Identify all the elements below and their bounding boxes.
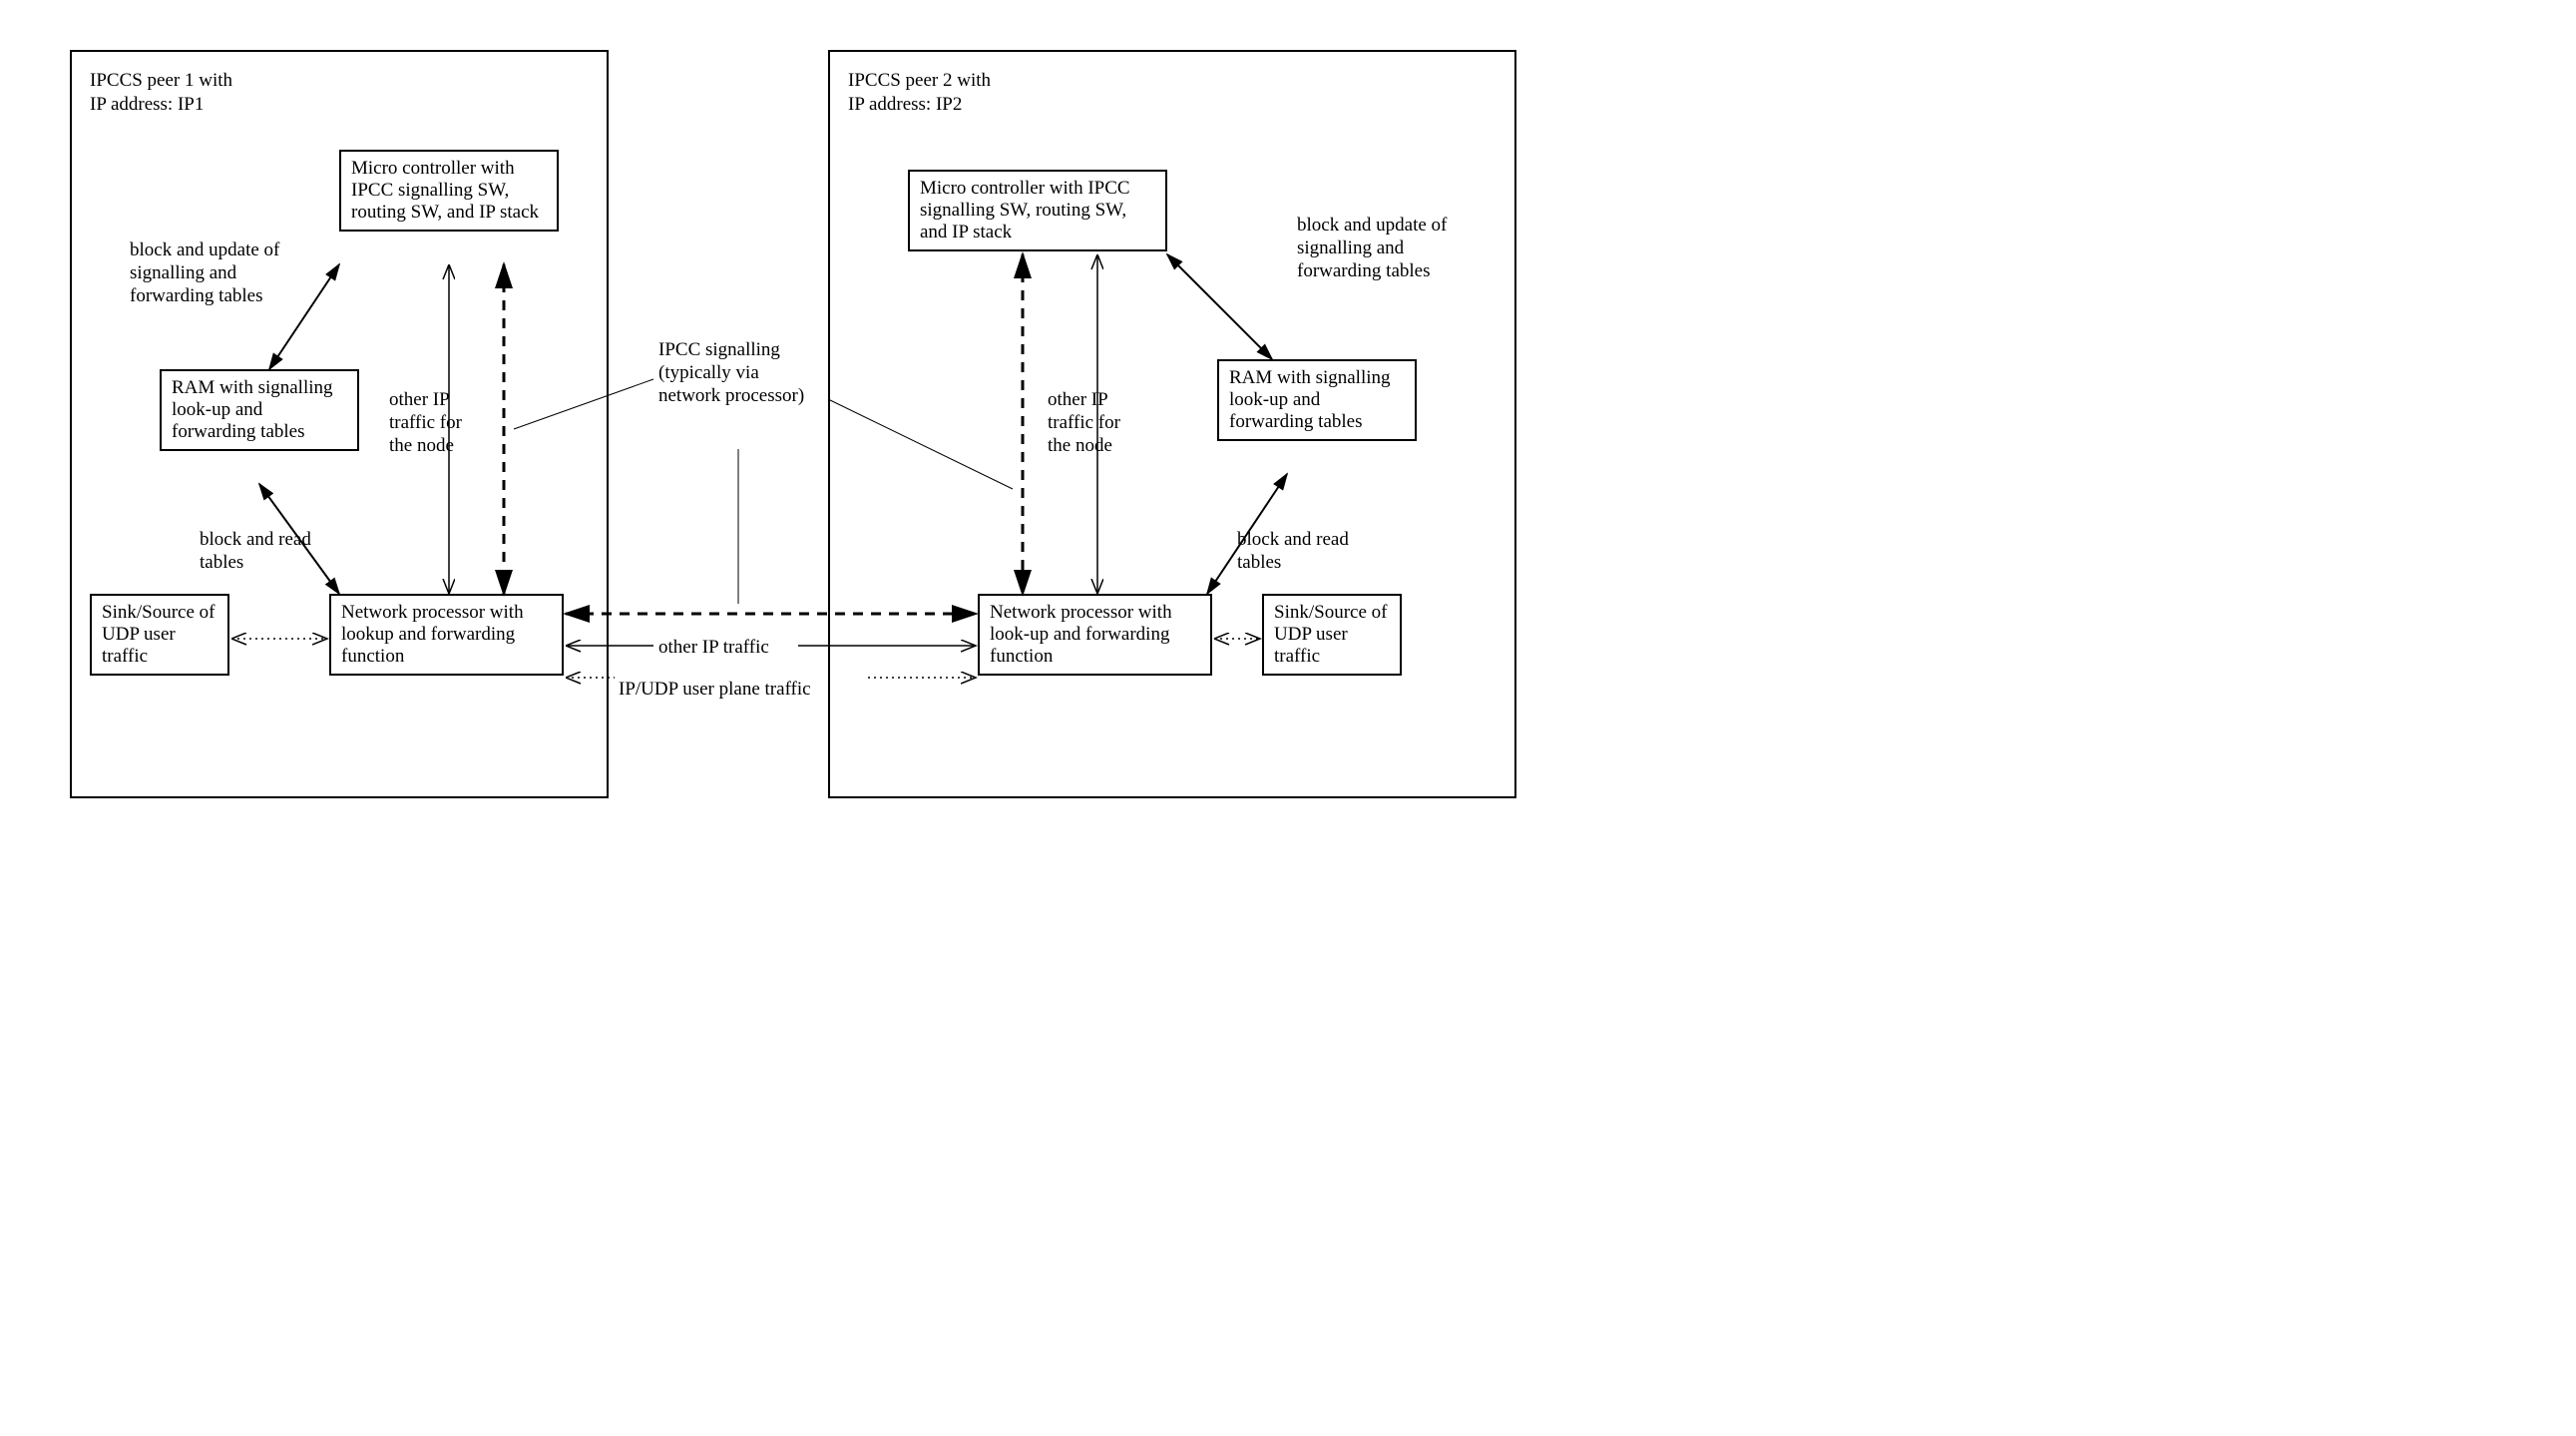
peer1-title-line2: IP address: IP1 xyxy=(90,94,204,116)
peer1-netproc: Network processor with lookup and forwar… xyxy=(329,594,564,676)
center-udp-plane: IP/UDP user plane traffic xyxy=(619,679,811,701)
peer2-title-line1: IPCCS peer 2 with xyxy=(848,70,991,92)
peer2-title-line2: IP address: IP2 xyxy=(848,94,962,116)
peer1-sink: Sink/Source of UDP user traffic xyxy=(90,594,229,676)
peer2-label-block-read: block and read tables xyxy=(1237,529,1377,575)
peer2-netproc: Network processor with look-up and forwa… xyxy=(978,594,1212,676)
peer2-micro-controller: Micro controller with IPCC signalling SW… xyxy=(908,170,1167,251)
diagram-canvas: IPCCS peer 1 with IP address: IP1 Micro … xyxy=(40,40,1556,838)
peer2-sink-text: Sink/Source of UDP user traffic xyxy=(1274,602,1387,667)
peer1-label-block-read: block and read tables xyxy=(200,529,339,575)
peer1-title-line1: IPCCS peer 1 with xyxy=(90,70,232,92)
peer1-ram-text: RAM with signalling look-up and forwardi… xyxy=(172,377,333,442)
peer1-micro-controller: Micro controller with IPCC signalling SW… xyxy=(339,150,559,232)
peer2-micro-text: Micro controller with IPCC signalling SW… xyxy=(920,178,1130,242)
peer2-label-block-update: block and update of signalling and forwa… xyxy=(1297,215,1477,282)
peer2-sink: Sink/Source of UDP user traffic xyxy=(1262,594,1402,676)
peer2-label-other-ip: other IP traffic for the node xyxy=(1048,389,1142,457)
peer2-ram: RAM with signalling look-up and forwardi… xyxy=(1217,359,1417,441)
peer1-label-block-update: block and update of signalling and forwa… xyxy=(130,239,309,307)
peer1-ram: RAM with signalling look-up and forwardi… xyxy=(160,369,359,451)
peer2-ram-text: RAM with signalling look-up and forwardi… xyxy=(1229,367,1391,432)
center-other-ip: other IP traffic xyxy=(658,637,769,659)
peer2-netproc-text: Network processor with look-up and forwa… xyxy=(990,602,1172,667)
peer1-label-other-ip: other IP traffic for the node xyxy=(389,389,484,457)
peer1-netproc-text: Network processor with lookup and forwar… xyxy=(341,602,524,667)
center-ipcc-signalling: IPCC signalling (typically via network p… xyxy=(658,339,823,407)
peer1-micro-text: Micro controller with IPCC signalling SW… xyxy=(351,158,539,223)
peer1-sink-text: Sink/Source of UDP user traffic xyxy=(102,602,215,667)
